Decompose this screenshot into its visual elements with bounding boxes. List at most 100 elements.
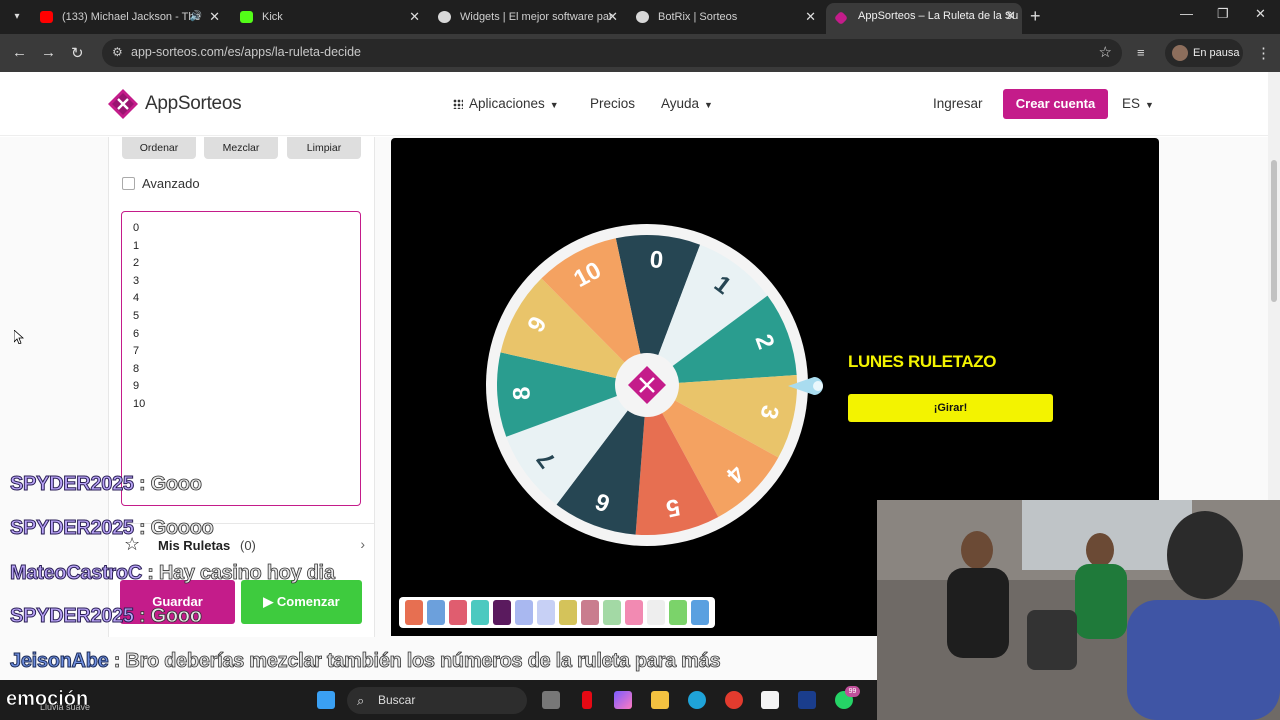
restore-icon[interactable]: ❐ xyxy=(1217,6,1229,22)
chat-message: SPYDER2025 : Goooo xyxy=(10,517,215,540)
chat-message: JeisonAbe : Bro deberías mezclar también… xyxy=(9,650,721,673)
forward-icon[interactable]: → xyxy=(41,44,56,61)
browser-tab[interactable]: (133) Michael Jackson - The 🔊 ✕ xyxy=(30,4,226,30)
prize-wheel[interactable]: 012345678910 xyxy=(486,224,808,546)
color-swatch[interactable] xyxy=(405,600,423,625)
color-swatch[interactable] xyxy=(537,600,555,625)
close-tab-icon[interactable]: ✕ xyxy=(1005,3,1016,29)
scrollbar-thumb[interactable] xyxy=(1271,160,1277,302)
brand-name[interactable]: AppSorteos xyxy=(145,93,242,115)
nav-pricing[interactable]: Precios xyxy=(590,96,635,111)
color-swatch[interactable] xyxy=(515,600,533,625)
window-close-icon[interactable]: ✕ xyxy=(1255,6,1266,22)
overlay-caption: emoción xyxy=(6,688,89,711)
windows-start-icon[interactable] xyxy=(317,691,335,709)
avatar xyxy=(1172,45,1188,61)
entry-line: 6 xyxy=(133,327,140,340)
start-button[interactable]: ▶ Comenzar xyxy=(241,580,362,624)
browser-tab-active[interactable]: AppSorteos – La Ruleta de la Su ✕ xyxy=(826,3,1022,34)
appsorteos-icon xyxy=(833,10,849,26)
color-swatch[interactable] xyxy=(691,600,709,625)
chat-username: SPYDER2025 xyxy=(10,517,135,540)
color-swatch[interactable] xyxy=(603,600,621,625)
edge-icon[interactable] xyxy=(688,691,706,709)
wheel-segment-label: 0 xyxy=(649,246,664,274)
color-swatch[interactable] xyxy=(669,600,687,625)
profile-button[interactable]: En pausa xyxy=(1165,39,1243,67)
nav-apps-label: Aplicaciones xyxy=(469,96,545,111)
address-bar[interactable]: ⚙ app-sorteos.com/es/apps/la-ruleta-deci… xyxy=(102,39,1122,67)
disney-icon[interactable] xyxy=(798,691,816,709)
color-swatch[interactable] xyxy=(449,600,467,625)
entry-line: 9 xyxy=(133,380,140,393)
language-selector[interactable]: ES ▼ xyxy=(1122,96,1154,111)
shuffle-button[interactable]: Mezclar xyxy=(204,137,278,159)
browser-toolbar: ← → ↻ ⚙ app-sorteos.com/es/apps/la-rulet… xyxy=(0,34,1280,72)
browser-tab[interactable]: BotRix | Sorteos ✕ xyxy=(626,4,822,30)
new-tab-button[interactable]: + xyxy=(1030,6,1041,27)
wheel-segment-label: 8 xyxy=(508,386,536,401)
wheel-title: LUNES RULETAZO xyxy=(848,352,997,371)
close-tab-icon[interactable]: ✕ xyxy=(409,4,420,30)
audio-playing-icon[interactable]: 🔊 xyxy=(190,4,202,30)
netflix-icon[interactable] xyxy=(582,691,592,709)
browser-tab-bar: ▾ (133) Michael Jackson - The 🔊 ✕ Kick ✕… xyxy=(0,0,1280,34)
chevron-right-icon: › xyxy=(360,536,365,552)
store-icon[interactable] xyxy=(761,691,779,709)
mouse-cursor-icon xyxy=(14,330,24,344)
profile-status: En pausa xyxy=(1193,47,1240,59)
chat-message: SPYDER2025 : Gooo xyxy=(10,473,203,496)
color-swatch[interactable] xyxy=(427,600,445,625)
webcam-image xyxy=(877,500,1280,720)
reload-icon[interactable]: ↻ xyxy=(71,44,84,62)
entries-textarea[interactable]: 0 1 2 3 4 5 6 7 8 9 10 xyxy=(121,211,361,506)
signup-button[interactable]: Crear cuenta xyxy=(1003,89,1108,119)
login-link[interactable]: Ingresar xyxy=(933,96,983,111)
close-tab-icon[interactable]: ✕ xyxy=(209,4,220,30)
nav-apps[interactable]: Aplicaciones ▼ xyxy=(453,96,559,111)
chat-text: : Bro deberías mezclar también los númer… xyxy=(113,650,721,673)
copilot-icon[interactable] xyxy=(614,691,632,709)
chrome-icon[interactable] xyxy=(725,691,743,709)
entry-line: 10 xyxy=(133,397,146,410)
color-swatch[interactable] xyxy=(493,600,511,625)
my-wheels-count: (0) xyxy=(240,538,256,553)
minimize-icon[interactable]: — xyxy=(1180,6,1193,21)
browser-tab[interactable]: Widgets | El mejor software par ✕ xyxy=(428,4,624,30)
entry-line: 7 xyxy=(133,345,140,358)
spin-button[interactable]: ¡Girar! xyxy=(848,394,1053,422)
color-swatch[interactable] xyxy=(625,600,643,625)
bookmark-star-icon[interactable]: ☆ xyxy=(1099,43,1112,61)
color-swatch[interactable] xyxy=(559,600,577,625)
advanced-checkbox[interactable] xyxy=(122,177,135,190)
site-info-icon[interactable]: ⚙ xyxy=(112,45,123,59)
chat-message: MateoCastroC : Hay casino hoy dia xyxy=(10,562,336,585)
tab-search-button[interactable]: ▾ xyxy=(8,8,26,26)
file-explorer-icon[interactable] xyxy=(651,691,669,709)
color-swatch[interactable] xyxy=(581,600,599,625)
appsorteos-logo-icon[interactable] xyxy=(108,89,138,119)
color-swatch[interactable] xyxy=(647,600,665,625)
close-tab-icon[interactable]: ✕ xyxy=(607,4,618,30)
color-palette xyxy=(399,597,715,628)
entry-line: 1 xyxy=(133,239,140,252)
url-text: app-sorteos.com/es/apps/la-ruleta-decide xyxy=(131,45,361,59)
chat-text: : Gooo xyxy=(139,473,203,496)
nav-help[interactable]: Ayuda ▼ xyxy=(661,96,713,111)
site-header: AppSorteos Aplicaciones ▼ Precios Ayuda ▼ … xyxy=(0,72,1268,136)
browser-tab[interactable]: Kick ✕ xyxy=(230,4,426,30)
chevron-down-icon: ▼ xyxy=(549,100,559,110)
clear-button[interactable]: Limpiar xyxy=(287,137,361,159)
back-icon[interactable]: ← xyxy=(12,44,27,61)
close-tab-icon[interactable]: ✕ xyxy=(805,4,816,30)
chat-text: : Goooo xyxy=(139,517,215,540)
tab-title: Widgets | El mejor software par xyxy=(460,11,613,23)
search-placeholder: Buscar xyxy=(378,693,416,707)
browser-menu-icon[interactable]: ⋮ xyxy=(1256,44,1271,62)
color-swatch[interactable] xyxy=(471,600,489,625)
task-view-icon[interactable] xyxy=(542,691,560,709)
sort-button[interactable]: Ordenar xyxy=(122,137,196,159)
entry-line: 3 xyxy=(133,274,140,287)
media-controls-icon[interactable]: ≡ xyxy=(1137,45,1145,60)
taskbar-search[interactable]: ⌕ Buscar xyxy=(347,687,527,714)
